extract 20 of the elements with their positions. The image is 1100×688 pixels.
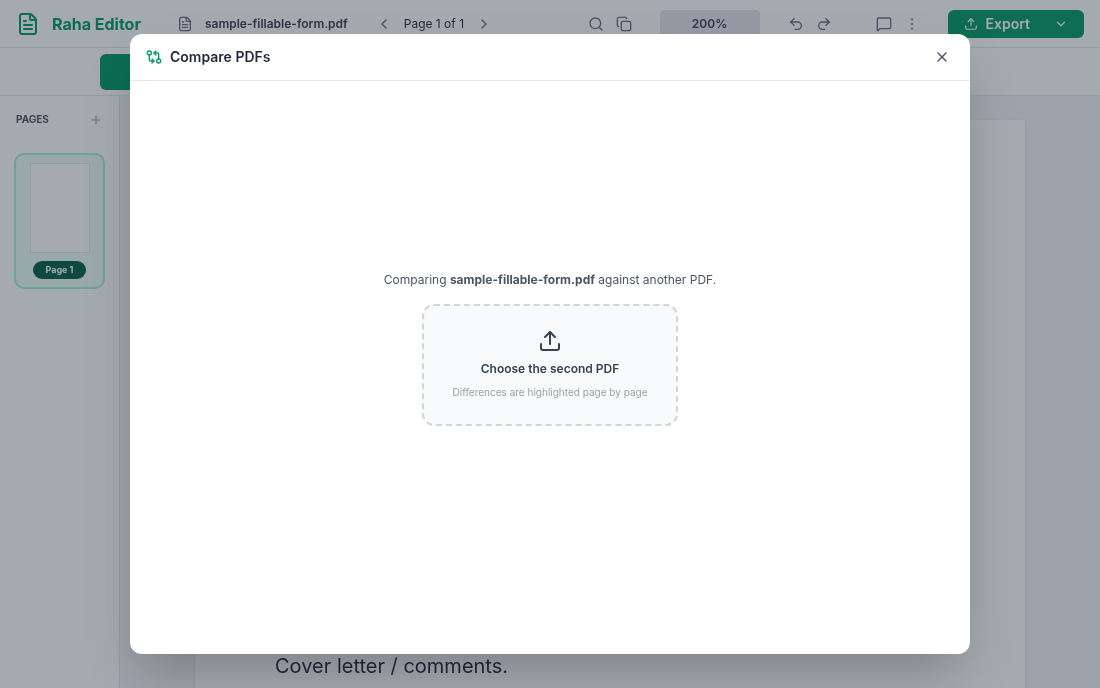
redo-icon[interactable] [815, 15, 832, 32]
undo-icon[interactable] [787, 15, 804, 32]
file-icon [176, 15, 193, 32]
search-icon[interactable] [587, 15, 604, 32]
file-drop-zone[interactable]: Choose the second PDF Differences are highlighted page by page [422, 303, 678, 426]
file-name: sample-fillable-form.pdf [204, 15, 348, 32]
page-indicator: Page 1 of 1 [403, 15, 464, 32]
comment-icon[interactable] [875, 15, 892, 32]
dialog-intro: Comparing sample-fillable-form.pdf against another PDF. [383, 271, 717, 288]
document-text: Cover letter / comments. [275, 653, 510, 680]
sidebar-title: PAGES [16, 112, 49, 127]
app-name: Raha Editor [52, 12, 141, 36]
logo-icon [16, 11, 40, 36]
page-thumbnail[interactable]: Page 1 [16, 155, 103, 287]
upload-icon [538, 329, 562, 353]
compare-icon [146, 49, 162, 65]
export-button[interactable]: Export [947, 9, 1084, 38]
upload-icon [963, 16, 978, 31]
copy-icon[interactable] [615, 15, 632, 32]
dialog-title: Compare PDFs [170, 47, 271, 67]
